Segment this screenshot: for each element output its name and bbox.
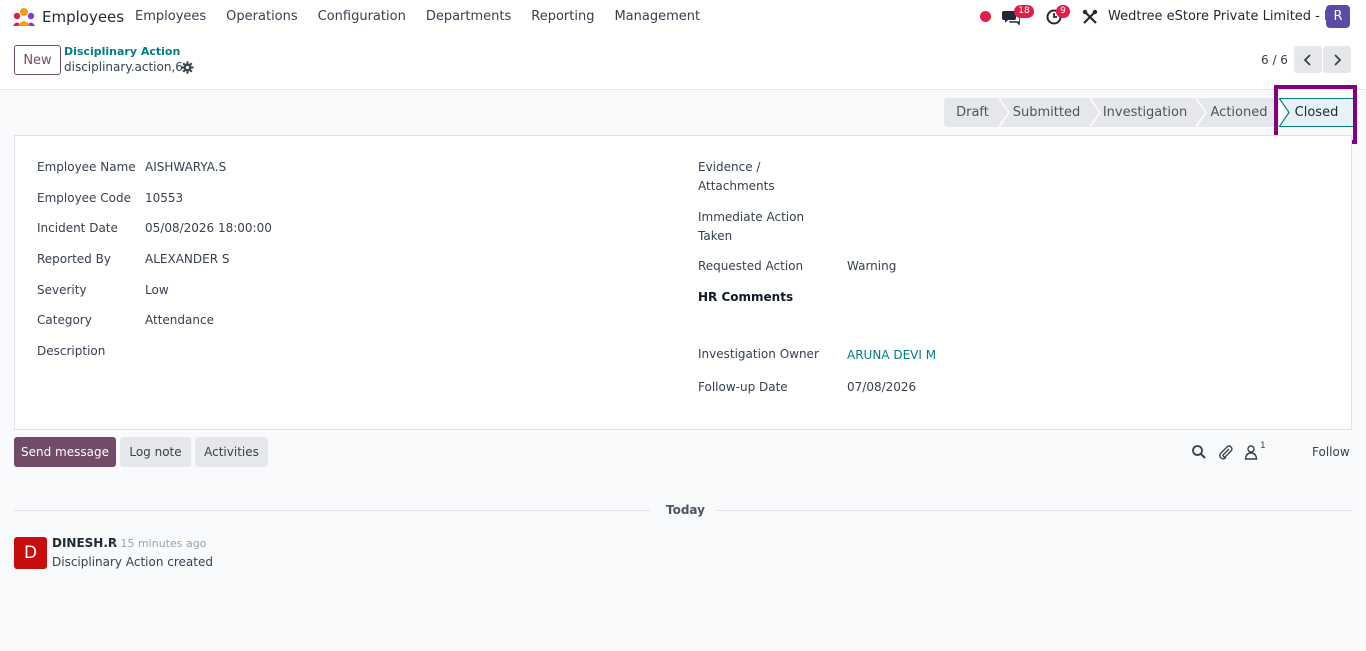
menu-employees[interactable]: Employees	[135, 9, 206, 24]
reported-by-label: Reported By	[37, 252, 111, 266]
description-label: Description	[37, 344, 106, 358]
stage-investigation-label: Investigation	[1102, 105, 1188, 120]
incident-date-value[interactable]: 05/08/2026 18:00:00	[145, 221, 272, 235]
hr-comments-label: HR Comments	[698, 290, 794, 304]
main-menu: Employees Operations Configuration Depar…	[135, 9, 720, 24]
pager-previous-button[interactable]	[1294, 46, 1322, 73]
message-author-avatar[interactable]: D	[14, 537, 47, 569]
send-message-button[interactable]: Send message	[14, 437, 116, 467]
form-sheet: Employee Name AISHWARYA.S Employee Code …	[14, 135, 1352, 430]
new-button[interactable]: New	[14, 45, 61, 75]
evidence-label-line2: Attachments	[698, 179, 775, 193]
immediate-label-line2: Taken	[698, 229, 733, 243]
stage-submitted-label: Submitted	[1012, 105, 1081, 120]
date-divider-right	[716, 510, 1352, 511]
employee-code-value[interactable]: 10553	[145, 191, 183, 205]
category-label: Category	[37, 313, 92, 327]
stage-arrow-icon	[1090, 98, 1101, 127]
immediate-action-label-cont: Taken	[698, 229, 732, 243]
follow-button[interactable]: Follow	[1312, 445, 1350, 459]
paperclip-icon[interactable]	[1218, 444, 1234, 460]
status-dot-icon[interactable]	[980, 11, 991, 22]
severity-label: Severity	[37, 283, 87, 297]
stage-draft-label: Draft	[956, 105, 989, 120]
record-name: disciplinary.action,6	[64, 60, 183, 74]
investigation-owner-label: Investigation Owner	[698, 347, 819, 361]
immediate-label-line1: Immediate Action	[698, 210, 805, 224]
tools-icon[interactable]	[1082, 9, 1098, 25]
stage-actioned[interactable]: Actioned	[1196, 98, 1280, 127]
severity-value[interactable]: Low	[145, 283, 169, 297]
investigation-owner-link[interactable]: ARUNA DEVI M	[847, 348, 936, 362]
menu-reporting[interactable]: Reporting	[531, 9, 594, 24]
reported-by-value[interactable]: ALEXANDER S	[145, 252, 229, 266]
app-name[interactable]: Employees	[42, 8, 124, 26]
company-switcher[interactable]: Wedtree eStore Private Limited - HO	[1108, 9, 1344, 24]
menu-operations[interactable]: Operations	[226, 9, 297, 24]
employee-code-label: Employee Code	[37, 191, 131, 205]
search-icon[interactable]	[1191, 444, 1207, 460]
breadcrumb-parent[interactable]: Disciplinary Action	[64, 45, 180, 58]
messages-badge: 18	[1014, 5, 1034, 18]
app-logo-icon[interactable]	[12, 7, 36, 27]
followup-date-value[interactable]: 07/08/2026	[847, 380, 916, 394]
activities-button[interactable]: Activities	[195, 437, 268, 467]
message-timestamp: - 15 minutes ago	[113, 537, 207, 550]
control-panel: New Disciplinary Action disciplinary.act…	[0, 34, 1366, 90]
stage-arrow-icon	[1196, 98, 1207, 127]
date-divider-left	[14, 510, 650, 511]
stage-actioned-label: Actioned	[1210, 105, 1268, 120]
evidence-label-cont: Attachments	[698, 179, 775, 193]
menu-management[interactable]: Management	[614, 9, 700, 24]
category-value[interactable]: Attendance	[145, 313, 214, 327]
gear-icon[interactable]	[181, 61, 194, 74]
requested-action-value[interactable]: Warning	[847, 259, 896, 273]
stage-investigation[interactable]: Investigation	[1090, 98, 1198, 127]
stage-arrow-icon	[999, 98, 1010, 127]
message-author[interactable]: DINESH.R	[52, 536, 117, 550]
employee-name-label: Employee Name	[37, 160, 136, 174]
log-note-button[interactable]: Log note	[120, 437, 191, 467]
requested-action-label: Requested Action	[698, 259, 804, 273]
stage-submitted[interactable]: Submitted	[999, 98, 1092, 127]
followers-count: 1	[1260, 441, 1266, 451]
followup-date-label: Follow-up Date	[698, 380, 788, 394]
user-avatar[interactable]: R	[1326, 5, 1350, 28]
evidence-label: Evidence /	[698, 160, 760, 174]
incident-date-label: Incident Date	[37, 221, 118, 235]
chevron-left-icon	[1303, 53, 1311, 66]
menu-departments[interactable]: Departments	[426, 9, 511, 24]
pager-next-button[interactable]	[1323, 46, 1351, 73]
activities-badge: 9	[1056, 5, 1070, 18]
evidence-label-line1: Evidence /	[698, 160, 761, 174]
followers-icon[interactable]	[1243, 444, 1259, 460]
stage-draft[interactable]: Draft	[944, 98, 1001, 127]
pager-value[interactable]: 6 / 6	[1261, 53, 1288, 67]
top-navbar: Employees Employees Operations Configura…	[0, 0, 1366, 34]
message-body: Disciplinary Action created	[52, 555, 213, 569]
chevron-right-icon	[1334, 53, 1342, 66]
immediate-action-label: Immediate Action	[698, 210, 804, 224]
employee-name-value[interactable]: AISHWARYA.S	[145, 160, 226, 174]
date-separator: Today	[666, 503, 705, 517]
menu-configuration[interactable]: Configuration	[318, 9, 406, 24]
